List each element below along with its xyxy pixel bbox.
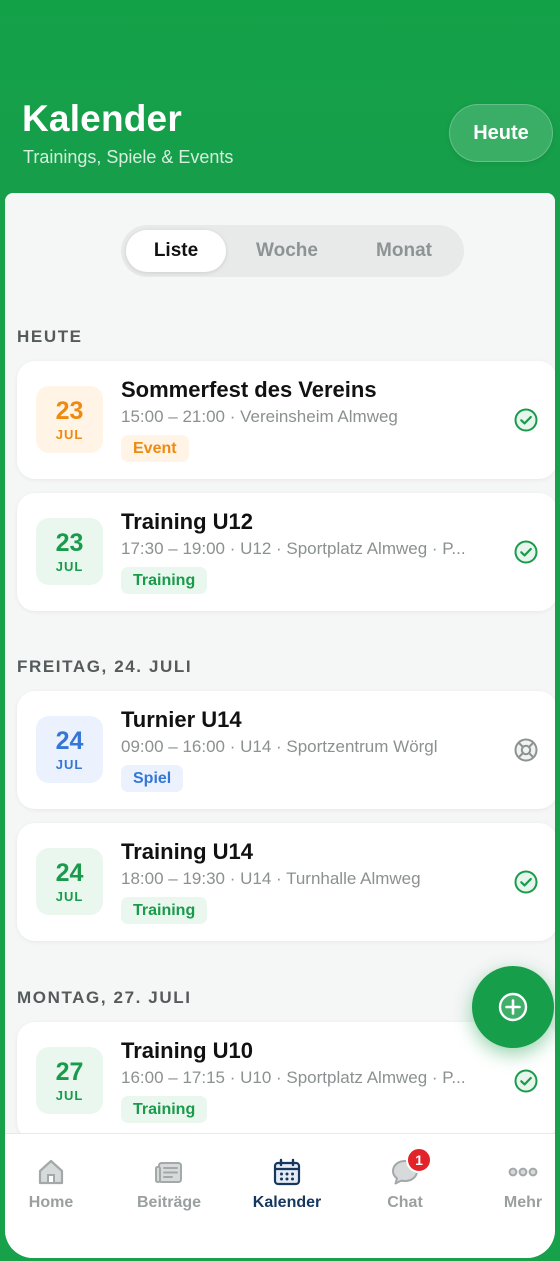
app-root: Kalender Trainings, Spiele & Events Heut…	[0, 0, 560, 1261]
event-title: Training U14	[121, 839, 254, 864]
view-switcher: Liste Woche Monat	[121, 225, 464, 277]
nav-label: Home	[28, 1194, 74, 1211]
event-month: JUL	[55, 427, 84, 442]
calendar-list-sheet: Liste Woche Monat HEUTE 23 JUL Sommerfes…	[5, 193, 555, 1258]
view-tab-monat[interactable]: Monat	[354, 230, 454, 272]
view-tab-woche[interactable]: Woche	[237, 230, 337, 272]
event-meta: 16:00 – 17:15 · U10 · Sportplatz Almweg …	[121, 1068, 466, 1087]
pending-status-icon[interactable]	[514, 738, 538, 762]
newspaper-icon	[155, 1162, 182, 1183]
bottom-nav: Home Beiträge Kalender 1 Chat Mehr	[5, 1133, 555, 1258]
nav-item-mehr[interactable]: Mehr	[477, 1156, 560, 1216]
event-title: Sommerfest des Vereins	[121, 377, 377, 402]
event-date-badge: 23 JUL	[36, 518, 103, 585]
event-meta: 15:00 – 21:00 · Vereinsheim Almweg	[121, 407, 398, 426]
more-icon	[508, 1167, 538, 1177]
event-day: 23	[55, 529, 84, 557]
plus-circle-icon	[498, 992, 528, 1022]
event-tag: Training	[121, 897, 208, 924]
event-month: JUL	[55, 559, 84, 574]
today-button[interactable]: Heute	[449, 104, 553, 162]
event-month: JUL	[55, 889, 84, 904]
page-subtitle: Trainings, Spiele & Events	[23, 147, 234, 167]
event-tag: Spiel	[121, 765, 184, 792]
event-card[interactable]: 27 JUL Training U10 16:00 – 17:15 · U10 …	[17, 1022, 555, 1140]
event-meta: 09:00 – 16:00 · U14 · Sportzentrum Wörgl	[121, 737, 438, 756]
event-card[interactable]: 23 JUL Sommerfest des Vereins 15:00 – 21…	[17, 361, 555, 479]
nav-label: Kalender	[252, 1194, 322, 1211]
calendar-icon	[273, 1158, 301, 1186]
event-meta: 18:00 – 19:30 · U14 · Turnhalle Almweg	[121, 869, 421, 888]
section-label-montag: MONTAG, 27. JULI	[17, 988, 192, 1007]
nav-item-chat[interactable]: 1 Chat	[359, 1147, 451, 1216]
event-card[interactable]: 24 JUL Training U14 18:00 – 19:30 · U14 …	[17, 823, 555, 941]
page-title: Kalender	[22, 98, 182, 139]
event-card[interactable]: 23 JUL Training U12 17:30 – 19:00 · U12 …	[17, 493, 555, 611]
add-event-button[interactable]	[472, 966, 554, 1048]
nav-label: Chat	[387, 1194, 423, 1211]
nav-label: Mehr	[503, 1194, 543, 1211]
event-day: 24	[55, 727, 84, 755]
home-icon	[38, 1159, 64, 1185]
event-month: JUL	[55, 757, 84, 772]
nav-item-home[interactable]: Home	[5, 1156, 97, 1216]
event-day: 27	[55, 1058, 84, 1086]
event-card[interactable]: 24 JUL Turnier U14 09:00 – 16:00 · U14 ·…	[17, 691, 555, 809]
header: Kalender Trainings, Spiele & Events Heut…	[0, 0, 560, 200]
event-title: Turnier U14	[121, 707, 242, 732]
check-circle-icon[interactable]	[514, 540, 538, 564]
view-tab-liste[interactable]: Liste	[126, 230, 226, 272]
event-meta: 17:30 – 19:00 · U12 · Sportplatz Almweg …	[121, 539, 466, 558]
event-title: Training U10	[121, 1038, 254, 1063]
event-date-badge: 27 JUL	[36, 1047, 103, 1114]
nav-item-beitraege[interactable]: Beiträge	[123, 1156, 215, 1216]
nav-label: Beiträge	[136, 1194, 202, 1211]
check-circle-icon[interactable]	[514, 870, 538, 894]
section-label-heute: HEUTE	[17, 327, 83, 346]
chat-icon-wrap: 1	[389, 1147, 432, 1188]
event-date-badge: 24 JUL	[36, 716, 103, 783]
nav-item-kalender[interactable]: Kalender	[241, 1156, 333, 1216]
event-date-badge: 23 JUL	[36, 386, 103, 453]
event-tag: Event	[121, 435, 189, 462]
event-title: Training U12	[121, 509, 254, 534]
check-circle-icon[interactable]	[514, 1069, 538, 1093]
event-month: JUL	[55, 1088, 84, 1103]
event-tag: Training	[121, 567, 208, 594]
section-label-freitag: FREITAG, 24. JULI	[17, 657, 193, 676]
event-day: 23	[55, 397, 84, 425]
check-circle-icon[interactable]	[514, 408, 538, 432]
event-tag: Training	[121, 1096, 208, 1123]
event-day: 24	[55, 859, 84, 887]
chat-unread-badge: 1	[406, 1147, 432, 1173]
event-date-badge: 24 JUL	[36, 848, 103, 915]
